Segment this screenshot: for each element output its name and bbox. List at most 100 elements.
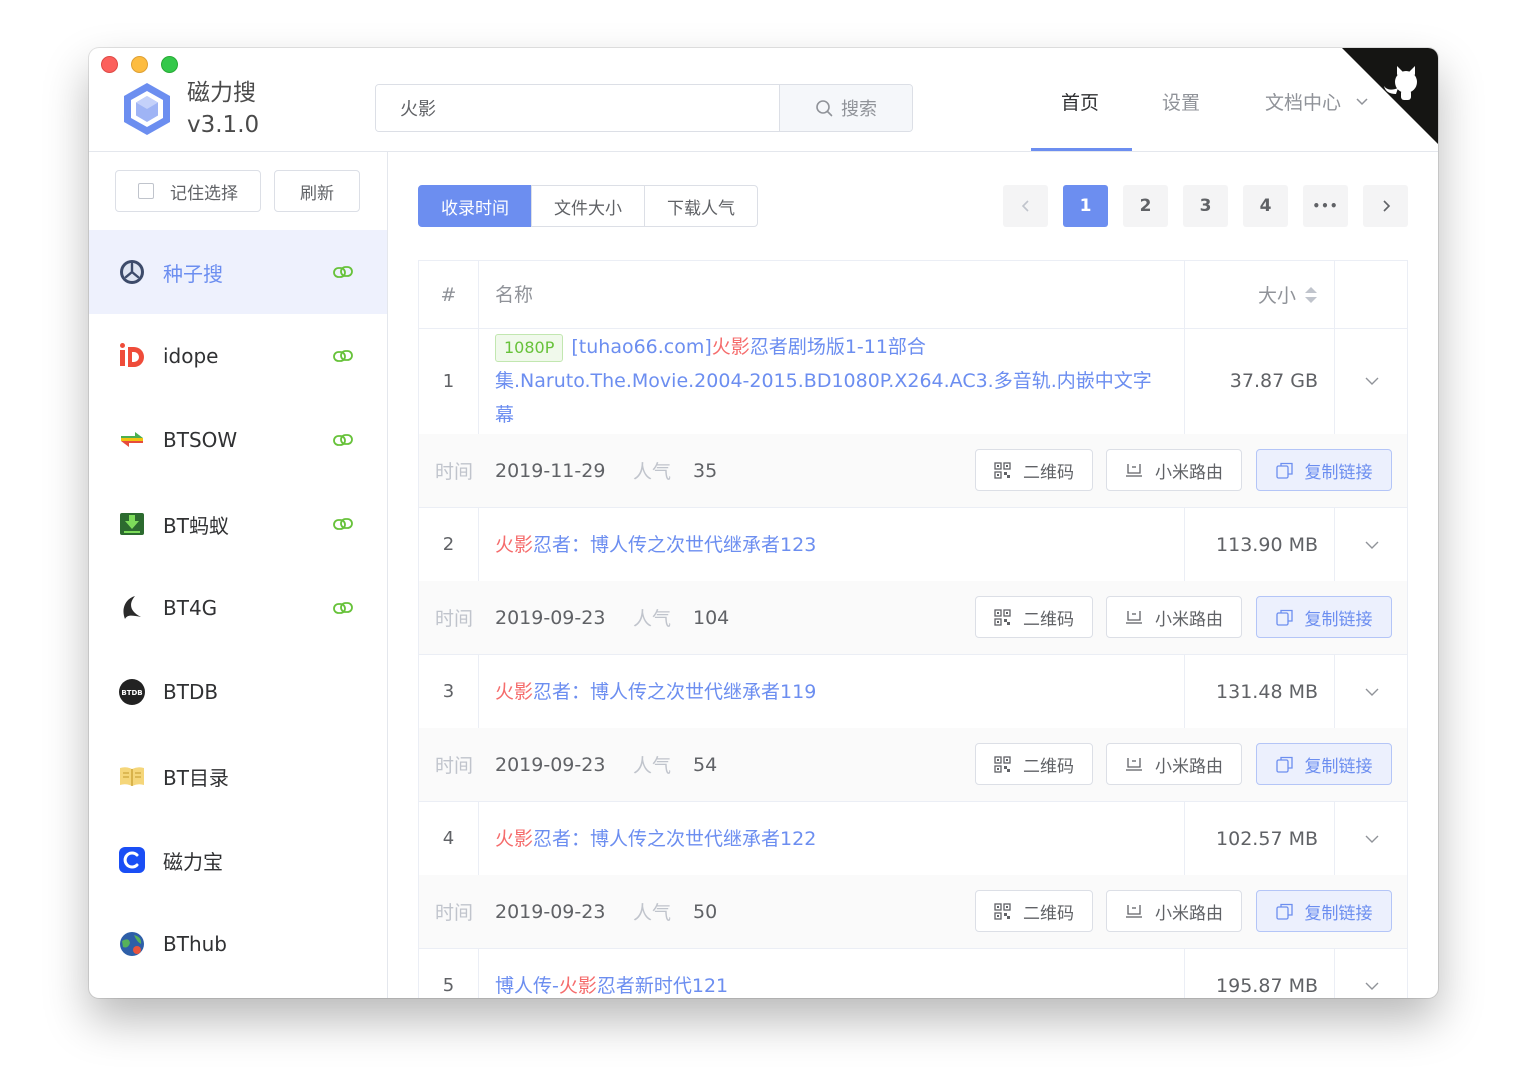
copy-link-button[interactable]: 复制链接 xyxy=(1256,596,1392,638)
remember-selection-checkbox[interactable]: 记住选择 xyxy=(115,170,261,212)
sidebar-item-source[interactable]: BT蚂蚁 xyxy=(89,482,387,566)
row-name-text[interactable]: 火影忍者：博人传之次世代继承者119 xyxy=(495,675,816,709)
qrcode-button[interactable]: 二维码 xyxy=(975,890,1093,932)
sidebar-item-source[interactable]: BT目录 xyxy=(89,734,387,818)
sidebar: 记住选择 刷新 种子搜 idope BTSOW BT蚂蚁 BT4G BTDB BTDB BT目… xyxy=(89,152,388,998)
row-name[interactable]: 博人传-火影忍者新时代121 xyxy=(479,949,1185,998)
copy-link-button[interactable]: 复制链接 xyxy=(1256,449,1392,491)
results-table: # 名称 大小 1 1080P [tuhao66.com]火影忍者剧场版1-11部合… xyxy=(418,260,1408,998)
source-icon-wrap xyxy=(117,929,147,959)
header-expand-column xyxy=(1335,261,1407,328)
xiaomi-router-button[interactable]: 小米路由 xyxy=(1106,596,1242,638)
expand-row-button[interactable] xyxy=(1335,328,1407,434)
router-icon xyxy=(1126,757,1142,771)
time-label: 时间 xyxy=(435,755,474,777)
bt4g-icon xyxy=(123,596,141,619)
row-name[interactable]: 火影忍者：博人传之次世代继承者119 xyxy=(479,655,1185,728)
expand-row-button[interactable] xyxy=(1335,949,1407,998)
more-pages-button[interactable]: ••• xyxy=(1303,185,1348,227)
tab-settings[interactable]: 设置 xyxy=(1162,88,1200,148)
source-icon-wrap xyxy=(117,509,147,539)
refresh-button[interactable]: 刷新 xyxy=(274,170,360,212)
time-value: 2019-11-29 xyxy=(495,459,606,482)
qrcode-button[interactable]: 二维码 xyxy=(975,596,1093,638)
row-index: 3 xyxy=(419,655,479,728)
name-part: [tuhao66.com] xyxy=(571,336,712,358)
router-icon xyxy=(1126,463,1142,477)
qrcode-button[interactable]: 二维码 xyxy=(975,449,1093,491)
sidebar-item-source[interactable]: BTDB BTDB xyxy=(89,650,387,734)
more-pages-label: ••• xyxy=(1312,199,1339,213)
main-content: 收录时间 文件大小 下载人气 1 2 3 4 ••• # 名称 大小 1 108… xyxy=(388,152,1438,998)
qrcode-icon xyxy=(994,755,1011,773)
sidebar-item-source[interactable]: idope xyxy=(89,314,387,398)
tab-home-label: 首页 xyxy=(1061,92,1100,114)
row-size: 131.48 MB xyxy=(1185,655,1335,728)
xiaomi-router-button[interactable]: 小米路由 xyxy=(1106,890,1242,932)
sort-by-size-label: 文件大小 xyxy=(554,198,622,219)
row-detail: 时间 2019-09-23 人气 54 二维码 小米路由 复制链接 xyxy=(419,728,1407,802)
sidebar-item-label: BT4G xyxy=(163,596,218,620)
row-name-text[interactable]: 1080P [tuhao66.com]火影忍者剧场版1-11部合集.Naruto.… xyxy=(495,330,1168,432)
row-size: 195.87 MB xyxy=(1185,949,1335,998)
link-icon[interactable] xyxy=(332,429,354,451)
sidebar-item-source[interactable]: 磁力宝 xyxy=(89,818,387,902)
checkbox-box[interactable] xyxy=(138,183,154,199)
row-name-text[interactable]: 火影忍者：博人传之次世代继承者123 xyxy=(495,528,816,562)
qrcode-button[interactable]: 二维码 xyxy=(975,743,1093,785)
chevron-down-icon xyxy=(1365,835,1379,843)
source-icon-wrap xyxy=(117,341,147,371)
source-icon-wrap xyxy=(117,425,147,455)
keyword-highlight: 火影 xyxy=(558,974,597,997)
next-page-button[interactable] xyxy=(1363,185,1408,227)
row-name[interactable]: 1080P [tuhao66.com]火影忍者剧场版1-11部合集.Naruto.… xyxy=(479,328,1185,434)
source-icon-wrap xyxy=(117,593,147,623)
row-name-text[interactable]: 博人传-火影忍者新时代121 xyxy=(495,969,728,999)
search-button[interactable]: 搜索 xyxy=(779,85,912,131)
link-icon[interactable] xyxy=(332,597,354,619)
chevron-down-icon xyxy=(1365,982,1379,990)
chevron-down-icon xyxy=(1365,688,1379,696)
qrcode-label: 二维码 xyxy=(1023,903,1074,924)
xiaomi-router-label: 小米路由 xyxy=(1155,462,1223,483)
keyword-highlight: 火影 xyxy=(711,336,750,358)
page-4-button[interactable]: 4 xyxy=(1243,185,1288,227)
search-button-label: 搜索 xyxy=(841,99,877,120)
chevron-down-icon xyxy=(1365,541,1379,549)
sort-by-popularity-button[interactable]: 下载人气 xyxy=(644,185,758,227)
prev-page-button[interactable] xyxy=(1003,185,1048,227)
time-label: 时间 xyxy=(435,902,474,924)
github-corner-icon[interactable] xyxy=(1342,48,1438,144)
row-name[interactable]: 火影忍者：博人传之次世代继承者123 xyxy=(479,508,1185,581)
link-icon[interactable] xyxy=(332,261,354,283)
page-2-button[interactable]: 2 xyxy=(1123,185,1168,227)
xiaomi-router-button[interactable]: 小米路由 xyxy=(1106,449,1242,491)
copy-link-button[interactable]: 复制链接 xyxy=(1256,743,1392,785)
xiaomi-router-button[interactable]: 小米路由 xyxy=(1106,743,1242,785)
page-3-button[interactable]: 3 xyxy=(1183,185,1228,227)
sort-by-time-button[interactable]: 收录时间 xyxy=(418,185,532,227)
link-icon[interactable] xyxy=(332,513,354,535)
expand-row-button[interactable] xyxy=(1335,655,1407,728)
tab-home[interactable]: 首页 xyxy=(1061,88,1099,148)
active-tab-indicator xyxy=(1031,148,1132,151)
page-1-button[interactable]: 1 xyxy=(1063,185,1108,227)
time-value: 2019-09-23 xyxy=(495,753,606,776)
row-name-text[interactable]: 火影忍者：博人传之次世代继承者122 xyxy=(495,822,816,856)
expand-row-button[interactable] xyxy=(1335,802,1407,875)
header-size[interactable]: 大小 xyxy=(1185,261,1335,328)
expand-row-button[interactable] xyxy=(1335,508,1407,581)
sort-by-size-button[interactable]: 文件大小 xyxy=(531,185,645,227)
popularity-label: 人气 xyxy=(633,461,672,483)
row-name[interactable]: 火影忍者：博人传之次世代继承者122 xyxy=(479,802,1185,875)
page-3-label: 3 xyxy=(1199,196,1212,216)
sidebar-item-source[interactable]: BT4G xyxy=(89,566,387,650)
xiaomi-router-label: 小米路由 xyxy=(1155,609,1223,630)
sidebar-item-source[interactable]: BThub xyxy=(89,902,387,986)
sidebar-item-source[interactable]: BTSOW xyxy=(89,398,387,482)
copy-link-button[interactable]: 复制链接 xyxy=(1256,890,1392,932)
search-input[interactable] xyxy=(376,85,806,131)
link-icon[interactable] xyxy=(332,345,354,367)
sidebar-item-source[interactable]: 种子搜 xyxy=(89,230,387,314)
keyword-highlight: 火影 xyxy=(495,827,534,850)
